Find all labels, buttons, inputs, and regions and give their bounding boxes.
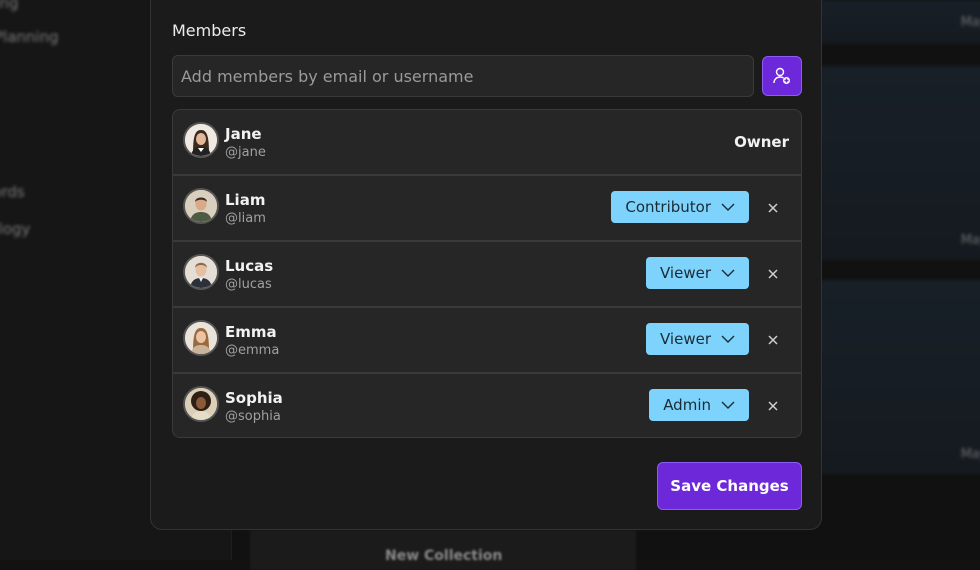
remove-member-button[interactable] bbox=[763, 264, 783, 284]
background-card: May 1 bbox=[820, 0, 980, 44]
role-dropdown[interactable]: Contributor bbox=[611, 191, 749, 223]
save-changes-button[interactable]: Save Changes bbox=[657, 462, 802, 510]
role-dropdown[interactable]: Viewer bbox=[646, 323, 749, 355]
member-name: Sophia bbox=[225, 389, 283, 407]
background-nav-item: e Planning bbox=[0, 28, 59, 46]
role-label: Contributor bbox=[625, 198, 711, 216]
member-handle: @sophia bbox=[225, 409, 281, 424]
close-icon bbox=[768, 203, 778, 213]
member-row: Sophia @sophia Admin bbox=[173, 374, 801, 438]
background-panel: New Collection bbox=[250, 530, 636, 570]
member-name: Lucas bbox=[225, 257, 273, 275]
avatar bbox=[183, 386, 219, 422]
user-plus-icon bbox=[772, 66, 792, 86]
member-handle: @emma bbox=[225, 343, 279, 358]
members-list: Jane @jane Owner Liam @liam Contributor bbox=[172, 109, 802, 438]
avatar-man-short-hair bbox=[185, 190, 217, 222]
chevron-down-icon bbox=[721, 269, 735, 277]
member-row: Jane @jane Owner bbox=[173, 110, 801, 176]
close-icon bbox=[768, 335, 778, 345]
member-row: Emma @emma Viewer bbox=[173, 308, 801, 374]
background-card-date: May 1 bbox=[961, 447, 980, 462]
role-label: Viewer bbox=[660, 330, 711, 348]
avatar-woman-dark-hair bbox=[185, 124, 217, 156]
add-member-input[interactable] bbox=[172, 55, 754, 97]
member-row: Liam @liam Contributor bbox=[173, 176, 801, 242]
close-icon bbox=[768, 401, 778, 411]
avatar-woman-long-hair bbox=[185, 322, 217, 354]
background-nav-item: words bbox=[0, 183, 25, 201]
avatar bbox=[183, 254, 219, 290]
background-card: May 1 bbox=[820, 280, 980, 474]
avatar bbox=[183, 320, 219, 356]
remove-member-button[interactable] bbox=[763, 198, 783, 218]
avatar bbox=[183, 188, 219, 224]
background-nav-item: aring bbox=[0, 0, 19, 12]
member-handle: @lucas bbox=[225, 277, 272, 292]
remove-member-button[interactable] bbox=[763, 396, 783, 416]
background-card: May 1 bbox=[820, 66, 980, 260]
member-name: Jane bbox=[225, 125, 262, 143]
owner-label: Owner bbox=[734, 133, 789, 151]
role-label: Viewer bbox=[660, 264, 711, 282]
member-name: Emma bbox=[225, 323, 277, 341]
role-label: Admin bbox=[663, 396, 711, 414]
background-panel-label: New Collection bbox=[385, 548, 502, 564]
member-name: Liam bbox=[225, 191, 265, 209]
member-handle: @liam bbox=[225, 211, 266, 226]
chevron-down-icon bbox=[721, 401, 735, 409]
avatar-woman-curly-hair bbox=[185, 388, 217, 420]
role-dropdown[interactable]: Viewer bbox=[646, 257, 749, 289]
members-modal: Members Jane @jane Owner bbox=[150, 0, 822, 530]
members-label: Members bbox=[172, 21, 246, 40]
background-card-date: May 1 bbox=[961, 233, 980, 248]
chevron-down-icon bbox=[721, 335, 735, 343]
avatar bbox=[183, 122, 219, 158]
close-icon bbox=[768, 269, 778, 279]
chevron-down-icon bbox=[721, 203, 735, 211]
background-nav-item: nology bbox=[0, 220, 30, 238]
role-dropdown[interactable]: Admin bbox=[649, 389, 749, 421]
member-row: Lucas @lucas Viewer bbox=[173, 242, 801, 308]
add-member-button[interactable] bbox=[762, 56, 802, 96]
remove-member-button[interactable] bbox=[763, 330, 783, 350]
member-handle: @jane bbox=[225, 145, 266, 160]
avatar-man-blond bbox=[185, 256, 217, 288]
background-card-date: May 1 bbox=[961, 15, 980, 30]
